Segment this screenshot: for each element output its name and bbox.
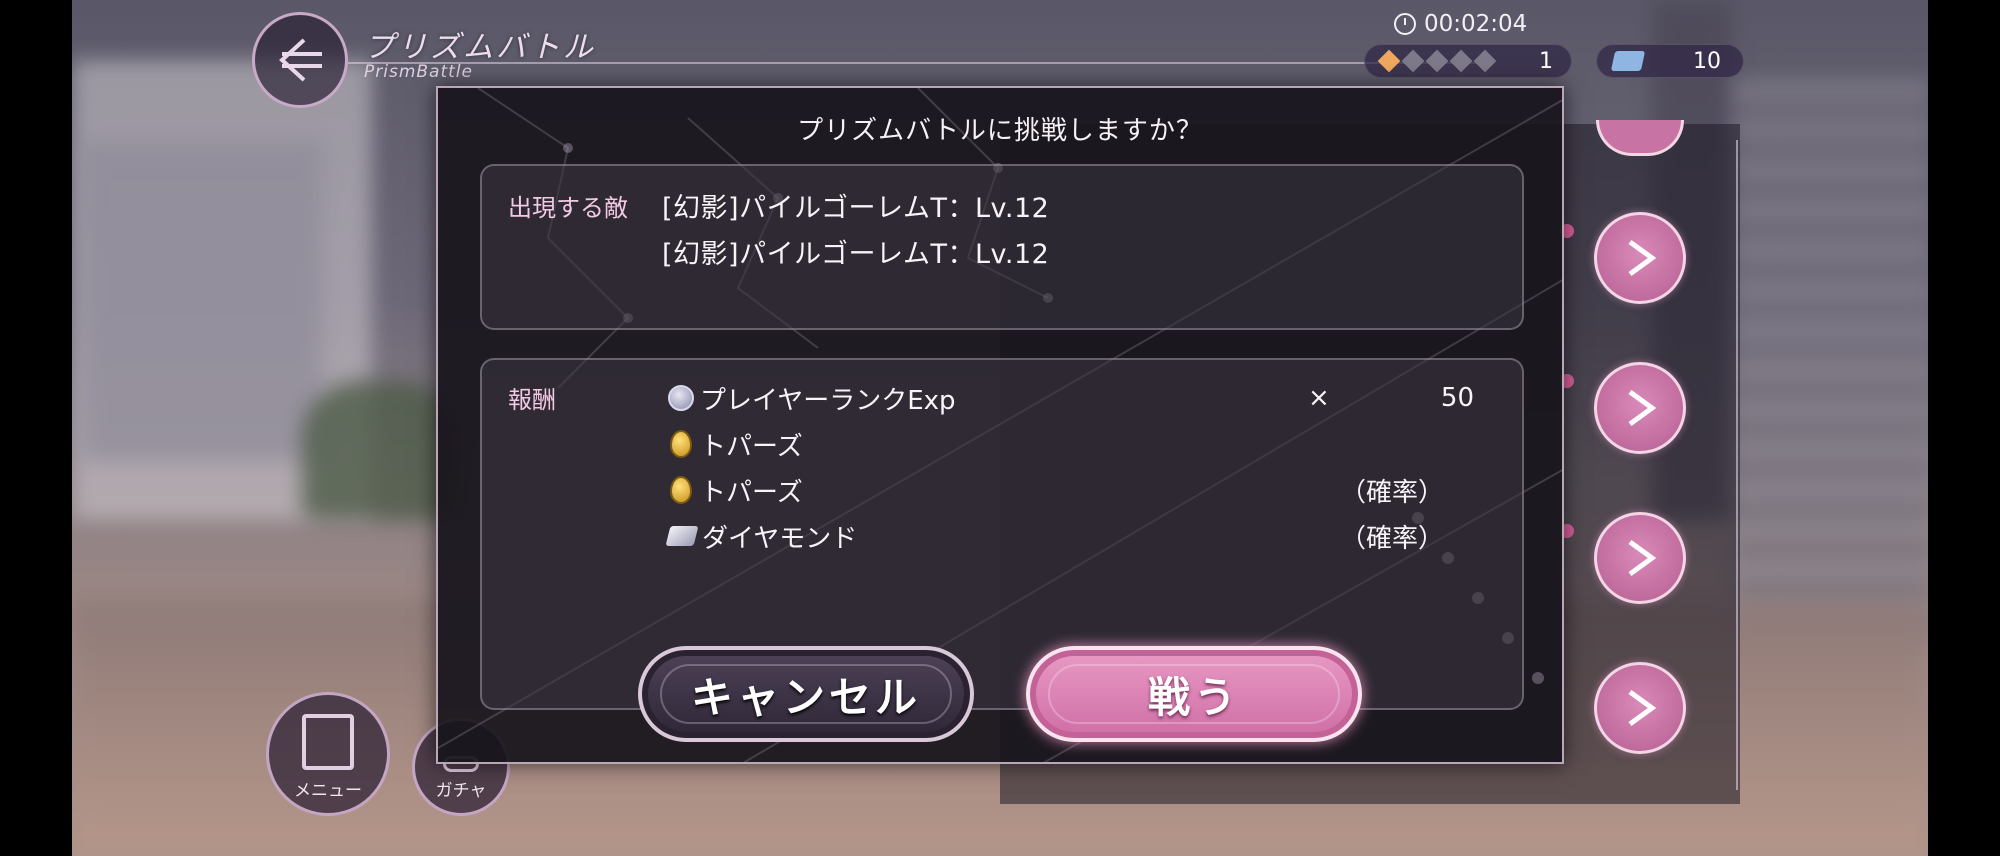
chevron-right-icon [1628, 239, 1657, 277]
menu-label: メニュー [294, 781, 362, 801]
cancel-button[interactable]: キャンセル [638, 646, 974, 742]
reward-multiplier: × [1308, 383, 1330, 413]
ticket-counter: 10 [1596, 44, 1744, 78]
topaz-icon [670, 430, 692, 458]
reward-quantity: 50 [1440, 383, 1474, 413]
reward-name: トパーズ [700, 431, 803, 462]
game-screen: プリズムバトル PrismBattle 00:02:04 1 10 メニュー ガ… [0, 0, 2000, 856]
stamina-diamond-icon [1473, 49, 1497, 73]
enemy-entry: [幻影]パイルゴーレムT：Lv.12 [662, 193, 1050, 224]
chevron-right-icon [1628, 389, 1657, 427]
exp-icon [668, 385, 694, 411]
stamina-diamond-icon [1377, 49, 1401, 73]
chevron-right-icon [1628, 689, 1657, 727]
timer: 00:02:04 [1394, 11, 1527, 37]
reward-row: トパーズ [668, 424, 1488, 464]
enemy-entry: [幻影]パイルゴーレムT：Lv.12 [662, 239, 1050, 270]
back-arrow-icon [279, 38, 322, 82]
stamina-value: 1 [1539, 48, 1553, 74]
stamina-diamond-icon [1425, 49, 1449, 73]
topaz-icon [670, 476, 692, 504]
chevron-right-icon [1628, 539, 1657, 577]
reward-row: トパーズ （確率） [668, 470, 1488, 510]
reward-row: プレイヤーランクExp × 50 [668, 378, 1488, 418]
menu-button[interactable]: メニュー [266, 692, 390, 816]
reward-name: プレイヤーランクExp [700, 385, 956, 416]
reward-section: 報酬 プレイヤーランクExp × 50 トパーズ トパーズ （確率） ダイヤモン… [480, 358, 1524, 710]
reward-name: ダイヤモンド [702, 523, 858, 554]
reward-probability: （確率） [1339, 523, 1444, 554]
confirm-dialog: プリズムバトルに挑戦しますか？ 出現する敵 [幻影]パイルゴーレムT：Lv.12… [436, 86, 1564, 764]
dialog-title: プリズムバトルに挑戦しますか？ [797, 116, 1203, 146]
enemy-label: 出現する敵 [508, 194, 628, 222]
clock-icon [1394, 13, 1416, 35]
reward-label: 報酬 [508, 386, 556, 414]
battle-list-go-button[interactable] [1594, 362, 1686, 454]
back-button[interactable] [252, 12, 348, 108]
gacha-label: ガチャ [435, 781, 487, 801]
cancel-label: キャンセル [690, 672, 921, 722]
timer-text: 00:02:04 [1424, 11, 1528, 37]
enemy-section: 出現する敵 [幻影]パイルゴーレムT：Lv.12 [幻影]パイルゴーレムT：Lv… [480, 164, 1524, 330]
battle-list-go-button[interactable] [1594, 512, 1686, 604]
reward-name: トパーズ [700, 477, 803, 508]
stamina-diamond-icon [1449, 49, 1473, 73]
battle-list-go-button[interactable] [1594, 662, 1686, 754]
fight-label: 戦う [1147, 672, 1240, 722]
background-window [82, 140, 322, 460]
screen-title: プリズムバトル [364, 30, 596, 65]
ticket-value: 10 [1693, 48, 1721, 74]
battle-list-rail [1736, 140, 1738, 790]
battle-list-go-button[interactable] [1594, 212, 1686, 304]
diamond-icon [665, 526, 699, 546]
stamina-diamond-icon [1401, 49, 1425, 73]
book-icon [302, 714, 354, 770]
stamina-counter: 1 [1364, 44, 1572, 78]
ticket-icon [1610, 51, 1646, 71]
background-stairs [1732, 80, 1928, 640]
reward-probability: （確率） [1339, 477, 1444, 508]
screen-subtitle: PrismBattle [364, 62, 473, 82]
reward-row: ダイヤモンド （確率） [665, 516, 1488, 556]
fight-button[interactable]: 戦う [1026, 646, 1362, 742]
